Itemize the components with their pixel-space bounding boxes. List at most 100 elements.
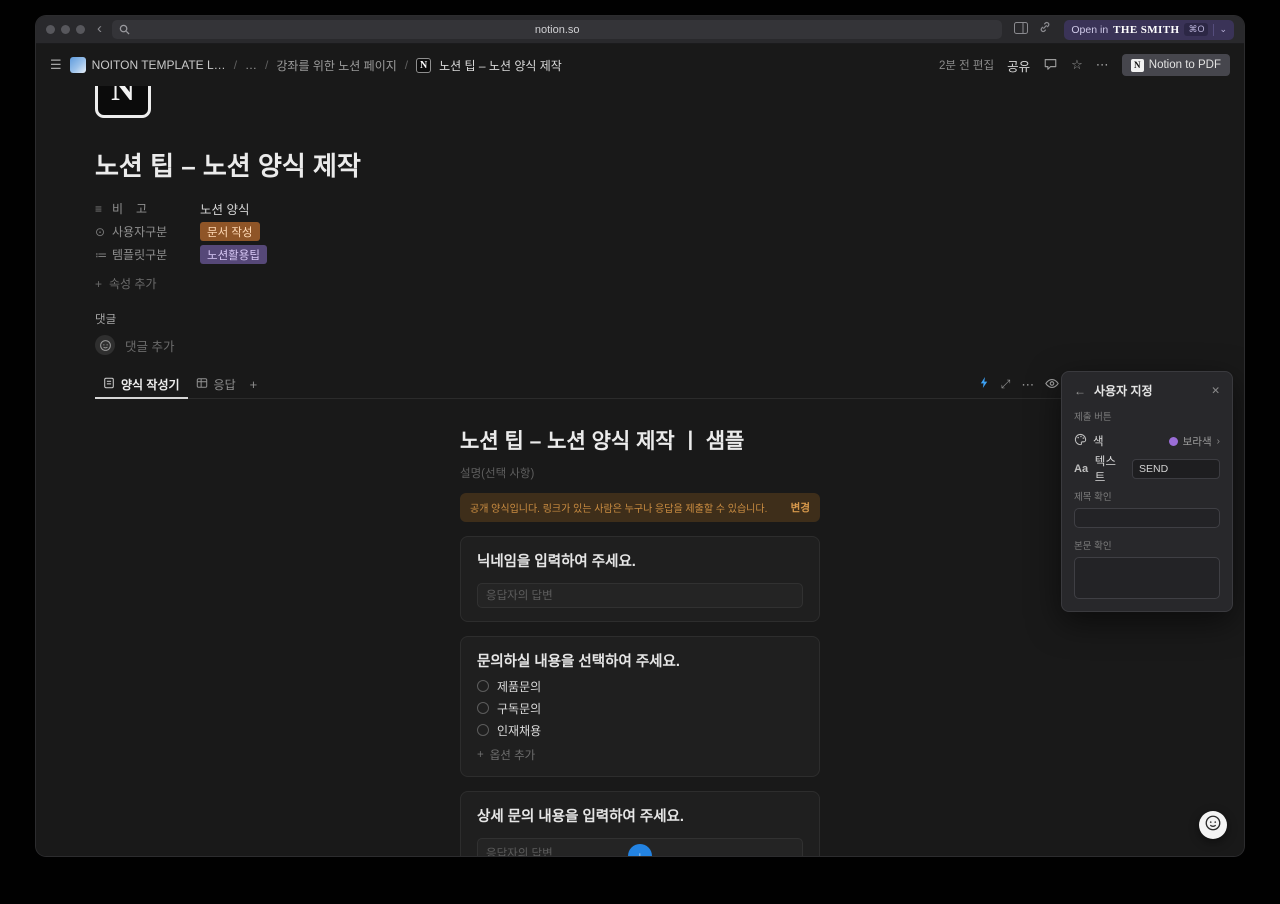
form-builder-block: 양식 작성기 응답 + (95, 371, 1185, 856)
page-icon-letter: N (111, 86, 135, 109)
open-in-app-button[interactable]: Open in THE SMITH ⌘O ⌄ (1064, 20, 1234, 40)
page-mini-icon: N (416, 58, 431, 73)
minimize-window-button[interactable] (61, 25, 70, 34)
customize-panel-title: 사용자 지정 (1094, 382, 1153, 399)
color-label: 색 (1093, 433, 1104, 449)
title-check-input[interactable] (1074, 508, 1220, 528)
notion-to-pdf-label: Notion to PDF (1149, 59, 1221, 71)
form-title[interactable]: 노션 팁 – 노션 양식 제작 ㅣ 샘플 (460, 425, 820, 455)
add-view-button[interactable]: + (244, 377, 264, 392)
palette-icon (1074, 433, 1087, 449)
color-setting-row[interactable]: 색 보라색 › (1074, 431, 1220, 451)
add-comment-placeholder[interactable]: 댓글 추가 (125, 336, 174, 355)
last-edited-label: 2분 전 편집 (939, 57, 994, 73)
more-options-icon[interactable]: ⋯ (1096, 57, 1109, 73)
mascot-face-icon (1204, 814, 1222, 837)
copy-link-icon[interactable] (1038, 20, 1052, 39)
chevron-down-icon[interactable]: ⌄ (1219, 24, 1227, 35)
workspace-name: NOITON TEMPLATE L… (92, 58, 226, 72)
plus-icon: + (477, 749, 484, 761)
radio-circle-icon[interactable] (477, 702, 489, 714)
address-bar[interactable]: notion.so (112, 20, 1002, 39)
notion-to-pdf-logo: N (1131, 59, 1144, 72)
comments-section: 댓글 댓글 추가 (95, 311, 1244, 355)
form-icon (103, 377, 115, 392)
chat-helper-button[interactable] (1199, 811, 1227, 839)
tab-label: 양식 작성기 (121, 376, 180, 393)
page-properties: ≡ 비고 노션 양식 ⊙ 사용자구분 문서 작성 ≔ 템플릿구분 노션활용팁 (95, 197, 1244, 266)
browser-back-button[interactable]: ‹ (97, 21, 102, 36)
collection-header: 양식 작성기 응답 + (95, 371, 1185, 399)
breadcrumb-current-page[interactable]: 노션 팁 – 노션 양식 제작 (439, 57, 562, 74)
split-view-icon[interactable] (1014, 21, 1028, 39)
color-value: 보라색 (1183, 434, 1212, 449)
property-row-user-type[interactable]: ⊙ 사용자구분 문서 작성 (95, 220, 1244, 243)
share-button[interactable]: 공유 (1007, 56, 1030, 75)
down-arrow-icon: ↓ (637, 849, 643, 856)
radio-circle-icon[interactable] (477, 680, 489, 692)
add-option-label: 옵션 추가 (490, 747, 536, 763)
sidebar-toggle-icon[interactable]: ☰ (50, 57, 62, 73)
form-description-placeholder[interactable]: 설명(선택 사항) (460, 465, 820, 481)
banner-change-button[interactable]: 변경 (791, 500, 810, 515)
answer-input[interactable] (477, 583, 803, 608)
breadcrumb-parent-page[interactable]: 강좌를 위한 노션 페이지 (276, 57, 396, 74)
property-tag[interactable]: 문서 작성 (200, 222, 260, 241)
screen: ‹ notion.so (0, 0, 1280, 904)
property-name: 템플릿구분 (112, 246, 200, 263)
search-icon (119, 24, 130, 38)
add-comment-row[interactable]: 댓글 추가 (95, 335, 1244, 355)
radio-option[interactable]: 구독문의 (477, 701, 803, 715)
property-name: 사용자구분 (112, 223, 200, 240)
radio-label: 제품문의 (497, 678, 541, 695)
view-options-icon[interactable]: ⋯ (1021, 377, 1034, 393)
radio-option[interactable]: 인재채용 (477, 723, 803, 737)
radio-circle-icon[interactable] (477, 724, 489, 736)
page-icon[interactable]: N (95, 86, 151, 118)
property-row-remark[interactable]: ≡ 비고 노션 양식 (95, 197, 1244, 220)
button-text-setting-row: Aa 텍스트 (1074, 459, 1220, 479)
multiselect-property-icon: ≔ (95, 248, 112, 262)
question-card-inquiry-type[interactable]: 문의하실 내용을 선택하여 주세요. 제품문의 구독문의 (460, 636, 820, 777)
add-option-button[interactable]: + 옵션 추가 (477, 747, 803, 763)
button-text-input[interactable] (1132, 459, 1220, 479)
radio-label: 인재채용 (497, 722, 541, 739)
comments-label: 댓글 (95, 311, 1244, 327)
property-row-template-type[interactable]: ≔ 템플릿구분 노션활용팁 (95, 243, 1244, 266)
customize-panel: ← 사용자 지정 ✕ 제출 버튼 색 (1061, 371, 1233, 612)
workspace-icon (70, 57, 86, 73)
zoom-window-button[interactable] (76, 25, 85, 34)
notion-to-pdf-button[interactable]: N Notion to PDF (1122, 54, 1230, 76)
purple-color-dot (1169, 437, 1178, 446)
browser-toolbar-icons (1014, 20, 1052, 39)
question-card-nickname[interactable]: 닉네임을 입력하여 주세요. (460, 536, 820, 622)
back-arrow-icon[interactable]: ← (1074, 384, 1086, 398)
property-tag[interactable]: 노션활용팁 (200, 245, 267, 264)
automation-bolt-icon[interactable] (979, 376, 990, 394)
close-icon[interactable]: ✕ (1211, 385, 1220, 397)
add-property-label: 속성 추가 (109, 275, 157, 292)
radio-option[interactable]: 제품문의 (477, 679, 803, 693)
breadcrumb-separator: / (265, 58, 268, 72)
open-in-shortcut: ⌘O (1184, 23, 1208, 36)
close-window-button[interactable] (46, 25, 55, 34)
text-label: 텍스트 (1095, 453, 1126, 485)
breadcrumb-separator: / (405, 58, 408, 72)
body-check-textarea[interactable] (1074, 557, 1220, 599)
breadcrumb-workspace[interactable]: NOITON TEMPLATE L… (70, 57, 226, 73)
tab-responses[interactable]: 응답 (188, 371, 244, 399)
text-property-icon: ≡ (95, 202, 112, 216)
expand-icon[interactable]: ⤢ (1001, 377, 1011, 392)
property-value[interactable]: 노션 양식 (200, 199, 249, 218)
question-title: 상세 문의 내용을 입력하여 주세요. (477, 805, 803, 826)
tab-form-builder[interactable]: 양식 작성기 (95, 371, 188, 399)
breadcrumb-ellipsis[interactable]: … (245, 58, 257, 72)
comments-icon[interactable] (1043, 57, 1058, 74)
favorite-star-icon[interactable]: ☆ (1071, 57, 1083, 73)
title-check-label: 제목 확인 (1074, 489, 1220, 503)
select-property-icon: ⊙ (95, 225, 112, 239)
add-property-button[interactable]: + 속성 추가 (95, 275, 1244, 292)
plus-icon: + (95, 277, 102, 291)
text-style-icon: Aa (1074, 463, 1089, 475)
page-title[interactable]: 노션 팁 – 노션 양식 제작 (95, 146, 1244, 183)
